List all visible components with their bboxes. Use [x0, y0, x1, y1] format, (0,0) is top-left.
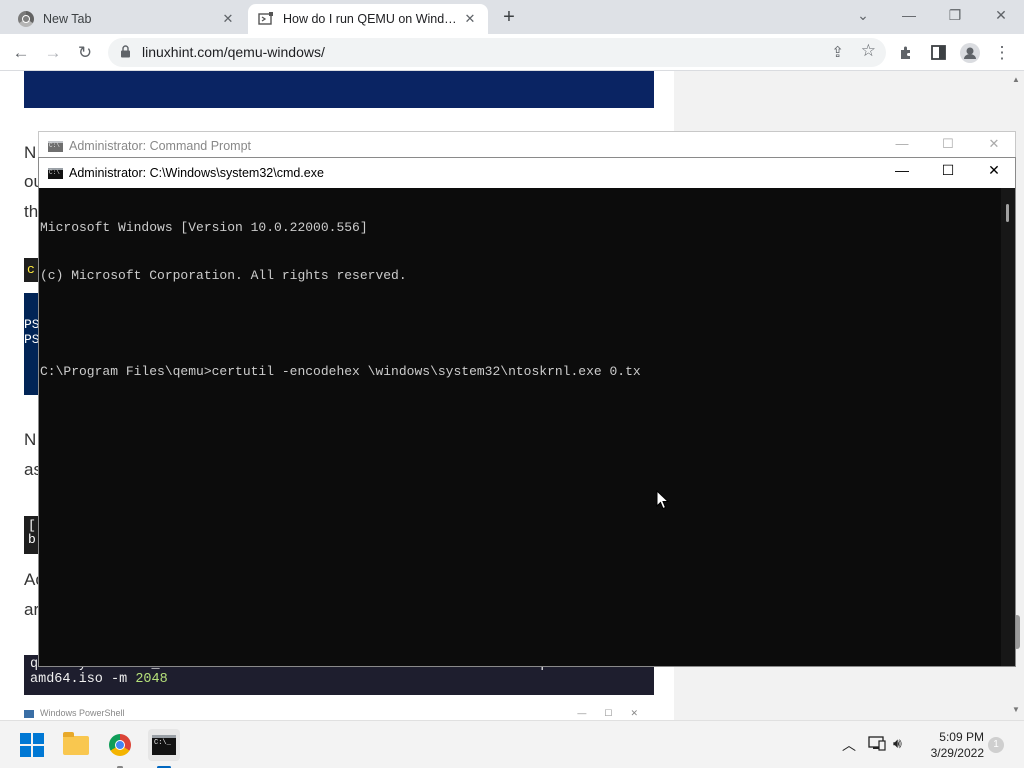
windows-logo-tile — [33, 746, 44, 757]
address-bar[interactable]: linuxhint.com/qemu-windows/ ⇪ ☆ — [108, 38, 886, 67]
scroll-up-icon[interactable]: ▲ — [1012, 75, 1020, 84]
bookmark-star-icon[interactable]: ☆ — [861, 41, 876, 61]
chrome-taskbar-button[interactable] — [104, 729, 136, 768]
code-text: amd64.iso -m — [30, 672, 136, 687]
powershell-window-titlebar: Windows PowerShell —☐✕ — [24, 708, 664, 720]
paragraph-fragment: N — [24, 143, 37, 162]
new-tab-button[interactable]: + — [498, 6, 520, 28]
mouse-cursor-icon — [656, 490, 670, 510]
start-button[interactable] — [16, 729, 48, 761]
tab-qemu-windows[interactable]: How do I run QEMU on Windows ✕ — [248, 4, 488, 34]
clock-time: 5:09 PM — [939, 730, 984, 744]
scroll-down-icon[interactable]: ▼ — [1012, 705, 1020, 714]
minimize-button[interactable]: — — [879, 136, 925, 151]
cmd-titlebar[interactable]: Administrator: C:\Windows\system32\cmd.e… — [39, 158, 1015, 188]
folder-icon — [63, 732, 89, 755]
console-output[interactable]: Microsoft Windows [Version 10.0.22000.55… — [39, 188, 999, 666]
window-title: Administrator: Command Prompt — [69, 139, 252, 153]
menu-kebab-icon[interactable]: ⋮ — [989, 40, 1015, 66]
extensions-icon[interactable] — [893, 40, 919, 66]
chevron-up-icon[interactable]: ︿ — [842, 735, 856, 755]
command-prompt-window[interactable]: Administrator: C:\Windows\system32\cmd.e… — [38, 157, 1016, 667]
terminal-icon — [152, 735, 176, 755]
close-button[interactable]: ✕ — [971, 136, 1017, 152]
tab-search-icon[interactable]: ⌄ — [840, 0, 886, 32]
close-button[interactable]: ✕ — [971, 162, 1017, 179]
linuxhint-favicon-icon — [258, 11, 274, 27]
tab-title: How do I run QEMU on Windows — [283, 12, 462, 26]
minimize-button[interactable]: — — [886, 0, 932, 32]
maximize-button[interactable]: ☐ — [925, 136, 971, 152]
cmd-taskbar-button[interactable] — [148, 729, 180, 768]
powershell-icon — [24, 709, 34, 718]
windows-logo-tile — [20, 746, 31, 757]
share-icon[interactable]: ⇪ — [831, 43, 844, 61]
maximize-button[interactable]: ☐ — [925, 162, 971, 179]
profile-avatar[interactable] — [957, 40, 983, 66]
close-tab-icon[interactable]: ✕ — [462, 11, 478, 27]
console-line: (c) Microsoft Corporation. All rights re… — [40, 268, 407, 283]
restore-button[interactable]: ❐ — [932, 0, 978, 32]
article-banner — [24, 71, 654, 108]
windows-logo-tile — [33, 733, 44, 744]
code-line: b — [28, 532, 36, 547]
window-title: Administrator: C:\Windows\system32\cmd.e… — [69, 166, 324, 180]
notification-badge[interactable]: 1 — [988, 737, 1004, 753]
window-controls: —☐✕ — [577, 708, 656, 718]
minimize-button[interactable]: — — [879, 162, 925, 178]
system-clock[interactable]: 5:09 PM 3/29/2022 — [920, 729, 984, 761]
cmd-icon — [48, 168, 63, 179]
browser-tab-bar: New Tab ✕ How do I run QEMU on Windows ✕… — [0, 0, 1024, 34]
code-line: [ — [28, 518, 36, 533]
scrollbar-thumb[interactable] — [1006, 204, 1009, 222]
chrome-icon — [109, 734, 131, 756]
cmd-icon — [48, 141, 63, 152]
lock-icon — [121, 45, 130, 58]
chrome-icon — [18, 11, 34, 27]
paragraph-fragment: th — [24, 202, 39, 221]
file-explorer-button[interactable] — [60, 729, 92, 761]
code-line: amd64.iso -m 2048 — [30, 672, 648, 687]
console-line: Microsoft Windows [Version 10.0.22000.55… — [40, 220, 368, 235]
console-command-line: C:\Program Files\qemu>certutil -encodehe… — [40, 364, 641, 379]
volume-icon[interactable]: 🔊︎ — [893, 735, 902, 752]
close-tab-icon[interactable]: ✕ — [220, 11, 236, 27]
close-window-button[interactable]: ✕ — [978, 0, 1024, 32]
url-text: linuxhint.com/qemu-windows/ — [142, 44, 325, 60]
clock-date: 3/29/2022 — [930, 746, 984, 760]
forward-button[interactable]: → — [40, 40, 66, 66]
windows-taskbar: ︿ 🔊︎ 5:09 PM 3/29/2022 1 — [0, 720, 1024, 768]
network-icon[interactable] — [868, 735, 886, 754]
console-scrollbar[interactable] — [1001, 188, 1015, 666]
reload-button[interactable]: ↻ — [72, 40, 98, 66]
code-number: 2048 — [135, 672, 168, 687]
powershell-title: Windows PowerShell — [40, 708, 125, 718]
paragraph-fragment: ar — [24, 600, 40, 619]
tab-new-tab[interactable]: New Tab ✕ — [8, 4, 246, 34]
side-panel-icon[interactable] — [925, 40, 951, 66]
tab-title: New Tab — [43, 12, 92, 26]
browser-toolbar: ← → ↻ linuxhint.com/qemu-windows/ ⇪ ☆ ⋮ — [0, 34, 1024, 71]
back-button[interactable]: ← — [8, 40, 34, 66]
paragraph-fragment: N — [24, 430, 37, 449]
windows-logo-tile — [20, 733, 31, 744]
